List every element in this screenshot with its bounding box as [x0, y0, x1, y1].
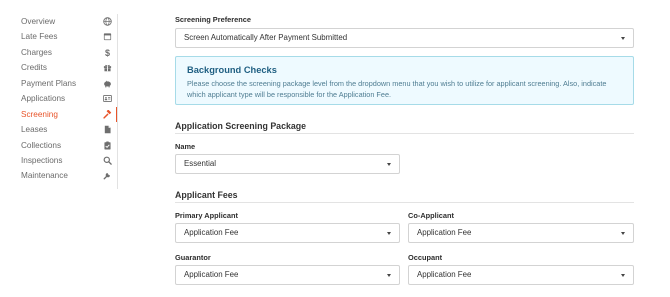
select-value: Application Fee — [417, 270, 472, 279]
sidebar-item-label: Screening — [21, 110, 58, 119]
wrench-icon — [102, 170, 113, 181]
svg-text:$: $ — [105, 48, 110, 57]
sidebar-item-label: Leases — [21, 125, 48, 134]
chevron-down-icon — [387, 232, 391, 235]
sidebar-item-label: Maintenance — [21, 171, 68, 180]
sidebar-item-label: Overview — [21, 17, 56, 26]
primary-applicant-select[interactable]: Application Fee — [175, 223, 400, 243]
select-value: Essential — [184, 159, 217, 168]
package-name-select[interactable]: Essential — [175, 154, 400, 174]
piggy-bank-icon — [102, 78, 113, 89]
section-divider — [175, 202, 634, 203]
sidebar-item-collections[interactable]: Collections — [0, 138, 118, 153]
select-value: Application Fee — [184, 270, 239, 279]
package-section-title: Application Screening Package — [175, 121, 307, 131]
sidebar-item-label: Payment Plans — [21, 79, 77, 88]
gift-icon — [102, 62, 113, 73]
sidebar-item-late-fees[interactable]: Late Fees — [0, 29, 118, 44]
search-icon — [102, 155, 113, 166]
screening-preference-select[interactable]: Screen Automatically After Payment Submi… — [175, 28, 634, 48]
dollar-icon: $ — [102, 47, 113, 58]
primary-applicant-label: Primary Applicant — [175, 211, 238, 220]
occupant-label: Occupant — [408, 253, 443, 262]
sidebar-item-label: Charges — [21, 48, 52, 57]
sidebar-divider — [117, 14, 118, 189]
guarantor-label: Guarantor — [175, 253, 211, 262]
chevron-down-icon — [387, 163, 391, 166]
sidebar-item-screening[interactable]: Screening — [0, 107, 118, 122]
sidebar-item-overview[interactable]: Overview — [0, 14, 118, 29]
sidebar-item-label: Inspections — [21, 156, 63, 165]
clipboard-check-icon — [102, 140, 113, 151]
applicant-fees-section-title: Applicant Fees — [175, 190, 238, 200]
sidebar-item-label: Applications — [21, 94, 66, 103]
info-box-text: Please choose the screening package leve… — [187, 79, 607, 99]
package-name-label: Name — [175, 142, 196, 151]
sidebar-item-maintenance[interactable]: Maintenance — [0, 168, 118, 183]
sidebar: Overview Late Fees Charges $ Credits Pay… — [0, 0, 119, 297]
sidebar-item-inspections[interactable]: Inspections — [0, 153, 118, 168]
guarantor-select[interactable]: Application Fee — [175, 265, 400, 285]
select-value: Application Fee — [184, 228, 239, 237]
gavel-icon — [102, 109, 113, 120]
select-value: Screen Automatically After Payment Submi… — [184, 33, 348, 42]
select-value: Application Fee — [417, 228, 472, 237]
sidebar-item-credits[interactable]: Credits — [0, 60, 118, 75]
globe-icon — [102, 16, 113, 27]
occupant-select[interactable]: Application Fee — [408, 265, 634, 285]
sidebar-item-label: Credits — [21, 63, 47, 72]
sidebar-item-charges[interactable]: Charges $ — [0, 45, 118, 60]
co-applicant-select[interactable]: Application Fee — [408, 223, 634, 243]
chevron-down-icon — [621, 232, 625, 235]
calendar-icon — [102, 31, 113, 42]
co-applicant-label: Co-Applicant — [408, 211, 454, 220]
chevron-down-icon — [621, 274, 625, 277]
section-divider — [175, 133, 634, 134]
sidebar-item-label: Collections — [21, 141, 62, 150]
info-box-title: Background Checks — [187, 65, 277, 75]
sidebar-item-label: Late Fees — [21, 32, 58, 41]
sidebar-item-applications[interactable]: Applications — [0, 91, 118, 106]
sidebar-item-payment-plans[interactable]: Payment Plans — [0, 76, 118, 91]
screening-preference-label: Screening Preference — [175, 15, 251, 24]
chevron-down-icon — [387, 274, 391, 277]
id-card-icon — [102, 93, 113, 104]
chevron-down-icon — [621, 37, 625, 40]
background-checks-info-box: Background Checks Please choose the scre… — [175, 56, 634, 105]
sidebar-item-leases[interactable]: Leases — [0, 122, 118, 137]
document-icon — [102, 124, 113, 135]
